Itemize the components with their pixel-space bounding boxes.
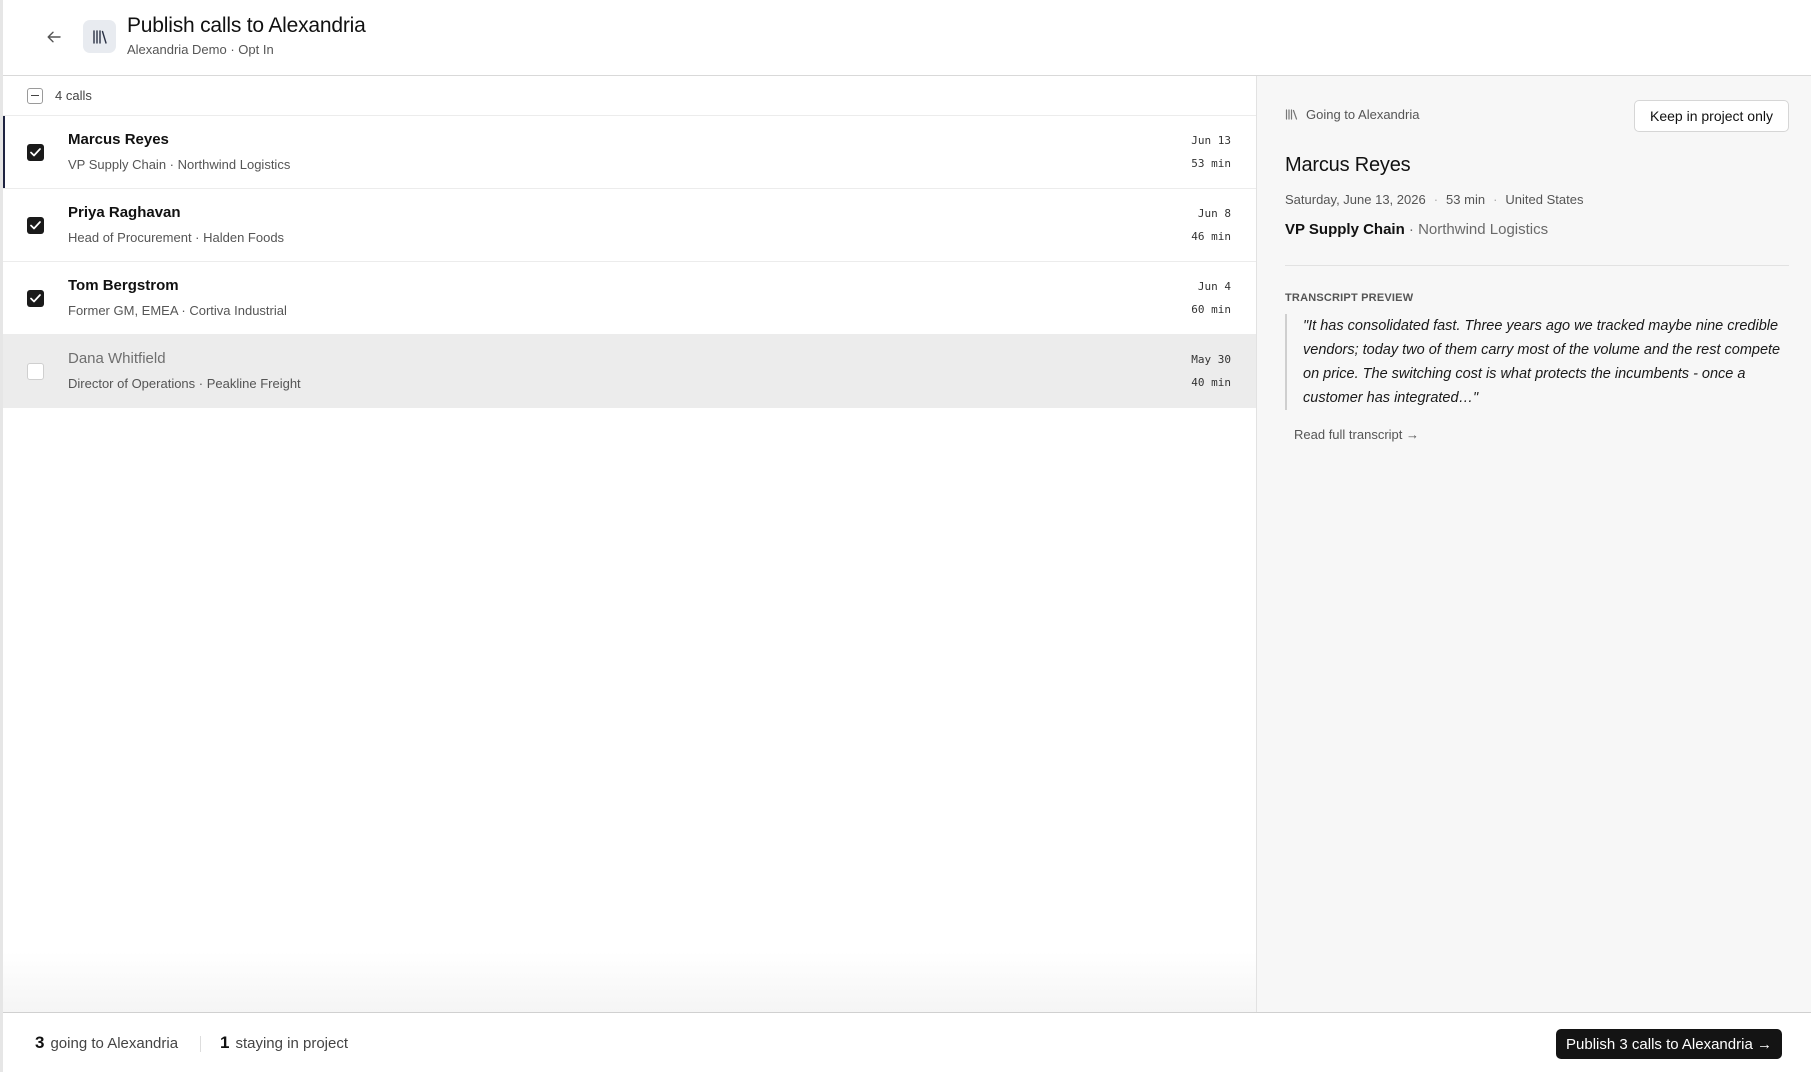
detail-meta: Saturday, June 13, 2026 · 53 min · Unite… [1285,192,1583,207]
call-row[interactable]: Priya Raghavan Head of Procurement · Hal… [3,189,1256,262]
call-duration: 60 min [1191,303,1231,316]
call-role: Former GM, EMEA · Cortiva Industrial [68,303,287,318]
back-button[interactable] [39,24,69,50]
destination-status: Going to Alexandria [1285,107,1419,122]
going-stat: 3 going to Alexandria [35,1033,178,1053]
detail-company: · Northwind Logistics [1408,221,1549,238]
row-checkbox[interactable] [27,363,44,380]
detail-title: VP Supply Chain [1285,221,1405,238]
detail-duration: 53 min [1446,192,1486,207]
row-checkbox[interactable] [27,217,44,234]
calls-count: 4 calls [55,88,92,103]
minus-icon [31,94,39,97]
call-row[interactable]: Tom Bergstrom Former GM, EMEA · Cortiva … [3,262,1256,335]
call-name: Marcus Reyes [68,131,169,148]
library-icon [83,20,116,53]
footer-bar: 3 going to Alexandria 1 staying in proje… [3,1012,1811,1072]
call-duration: 40 min [1191,376,1231,389]
detail-role: VP Supply Chain · Northwind Logistics [1285,221,1548,238]
read-full-transcript-link[interactable]: Read full transcript → [1294,427,1419,442]
call-duration: 46 min [1191,230,1231,243]
meta-separator: · [1433,192,1439,207]
page-subtitle: Alexandria Demo · Opt In [127,42,274,57]
staying-label: staying in project [235,1035,349,1052]
staying-count: 1 [220,1033,230,1052]
destination-status-label: Going to Alexandria [1306,107,1420,122]
call-name: Tom Bergstrom [68,277,179,294]
call-date: Jun 13 [1191,134,1231,147]
meta-separator: · [1493,192,1498,207]
call-role: VP Supply Chain · Northwind Logistics [68,157,291,172]
call-duration: 53 min [1191,157,1231,170]
check-icon [30,221,41,230]
detail-date: Saturday, June 13, 2026 [1285,192,1426,207]
call-name: Dana Whitfield [68,350,166,367]
row-checkbox[interactable] [27,144,44,161]
row-checkbox[interactable] [27,290,44,307]
going-label: going to Alexandria [50,1035,179,1052]
call-row[interactable]: Marcus Reyes VP Supply Chain · Northwind… [3,116,1256,189]
staying-stat: 1 staying in project [220,1033,348,1053]
publish-button[interactable]: Publish 3 calls to Alexandria → [1556,1029,1782,1059]
library-icon [1285,109,1298,120]
page-title: Publish calls to Alexandria [127,14,366,37]
call-role: Director of Operations · Peakline Freigh… [68,376,301,391]
call-date: Jun 8 [1197,207,1231,220]
call-row[interactable]: Dana Whitfield Director of Operations · … [3,335,1256,408]
page-header: Publish calls to Alexandria Alexandria D… [3,0,1811,76]
stat-divider [200,1036,201,1052]
arrow-left-icon [47,31,61,43]
transcript-quote: "It has consolidated fast. Three years a… [1285,314,1789,410]
keep-in-project-button[interactable]: Keep in project only [1634,100,1789,132]
list-header: 4 calls [3,76,1256,116]
select-all-checkbox[interactable] [27,87,43,104]
transcript-preview-label: TRANSCRIPT PREVIEW [1285,292,1414,304]
list-bottom-fade [3,952,1256,1012]
call-date: Jun 4 [1197,280,1231,293]
check-icon [30,294,41,303]
detail-country: United States [1505,192,1584,207]
check-icon [30,148,41,157]
call-name: Priya Raghavan [68,204,181,221]
call-detail-panel: Going to Alexandria Keep in project only… [1256,76,1811,1012]
call-date: May 30 [1191,353,1231,366]
calls-list: 4 calls Marcus Reyes VP Supply Chain · N… [3,76,1256,1012]
divider [1285,265,1789,266]
call-role: Head of Procurement · Halden Foods [68,230,285,245]
going-count: 3 [35,1033,45,1052]
detail-name: Marcus Reyes [1285,154,1411,176]
